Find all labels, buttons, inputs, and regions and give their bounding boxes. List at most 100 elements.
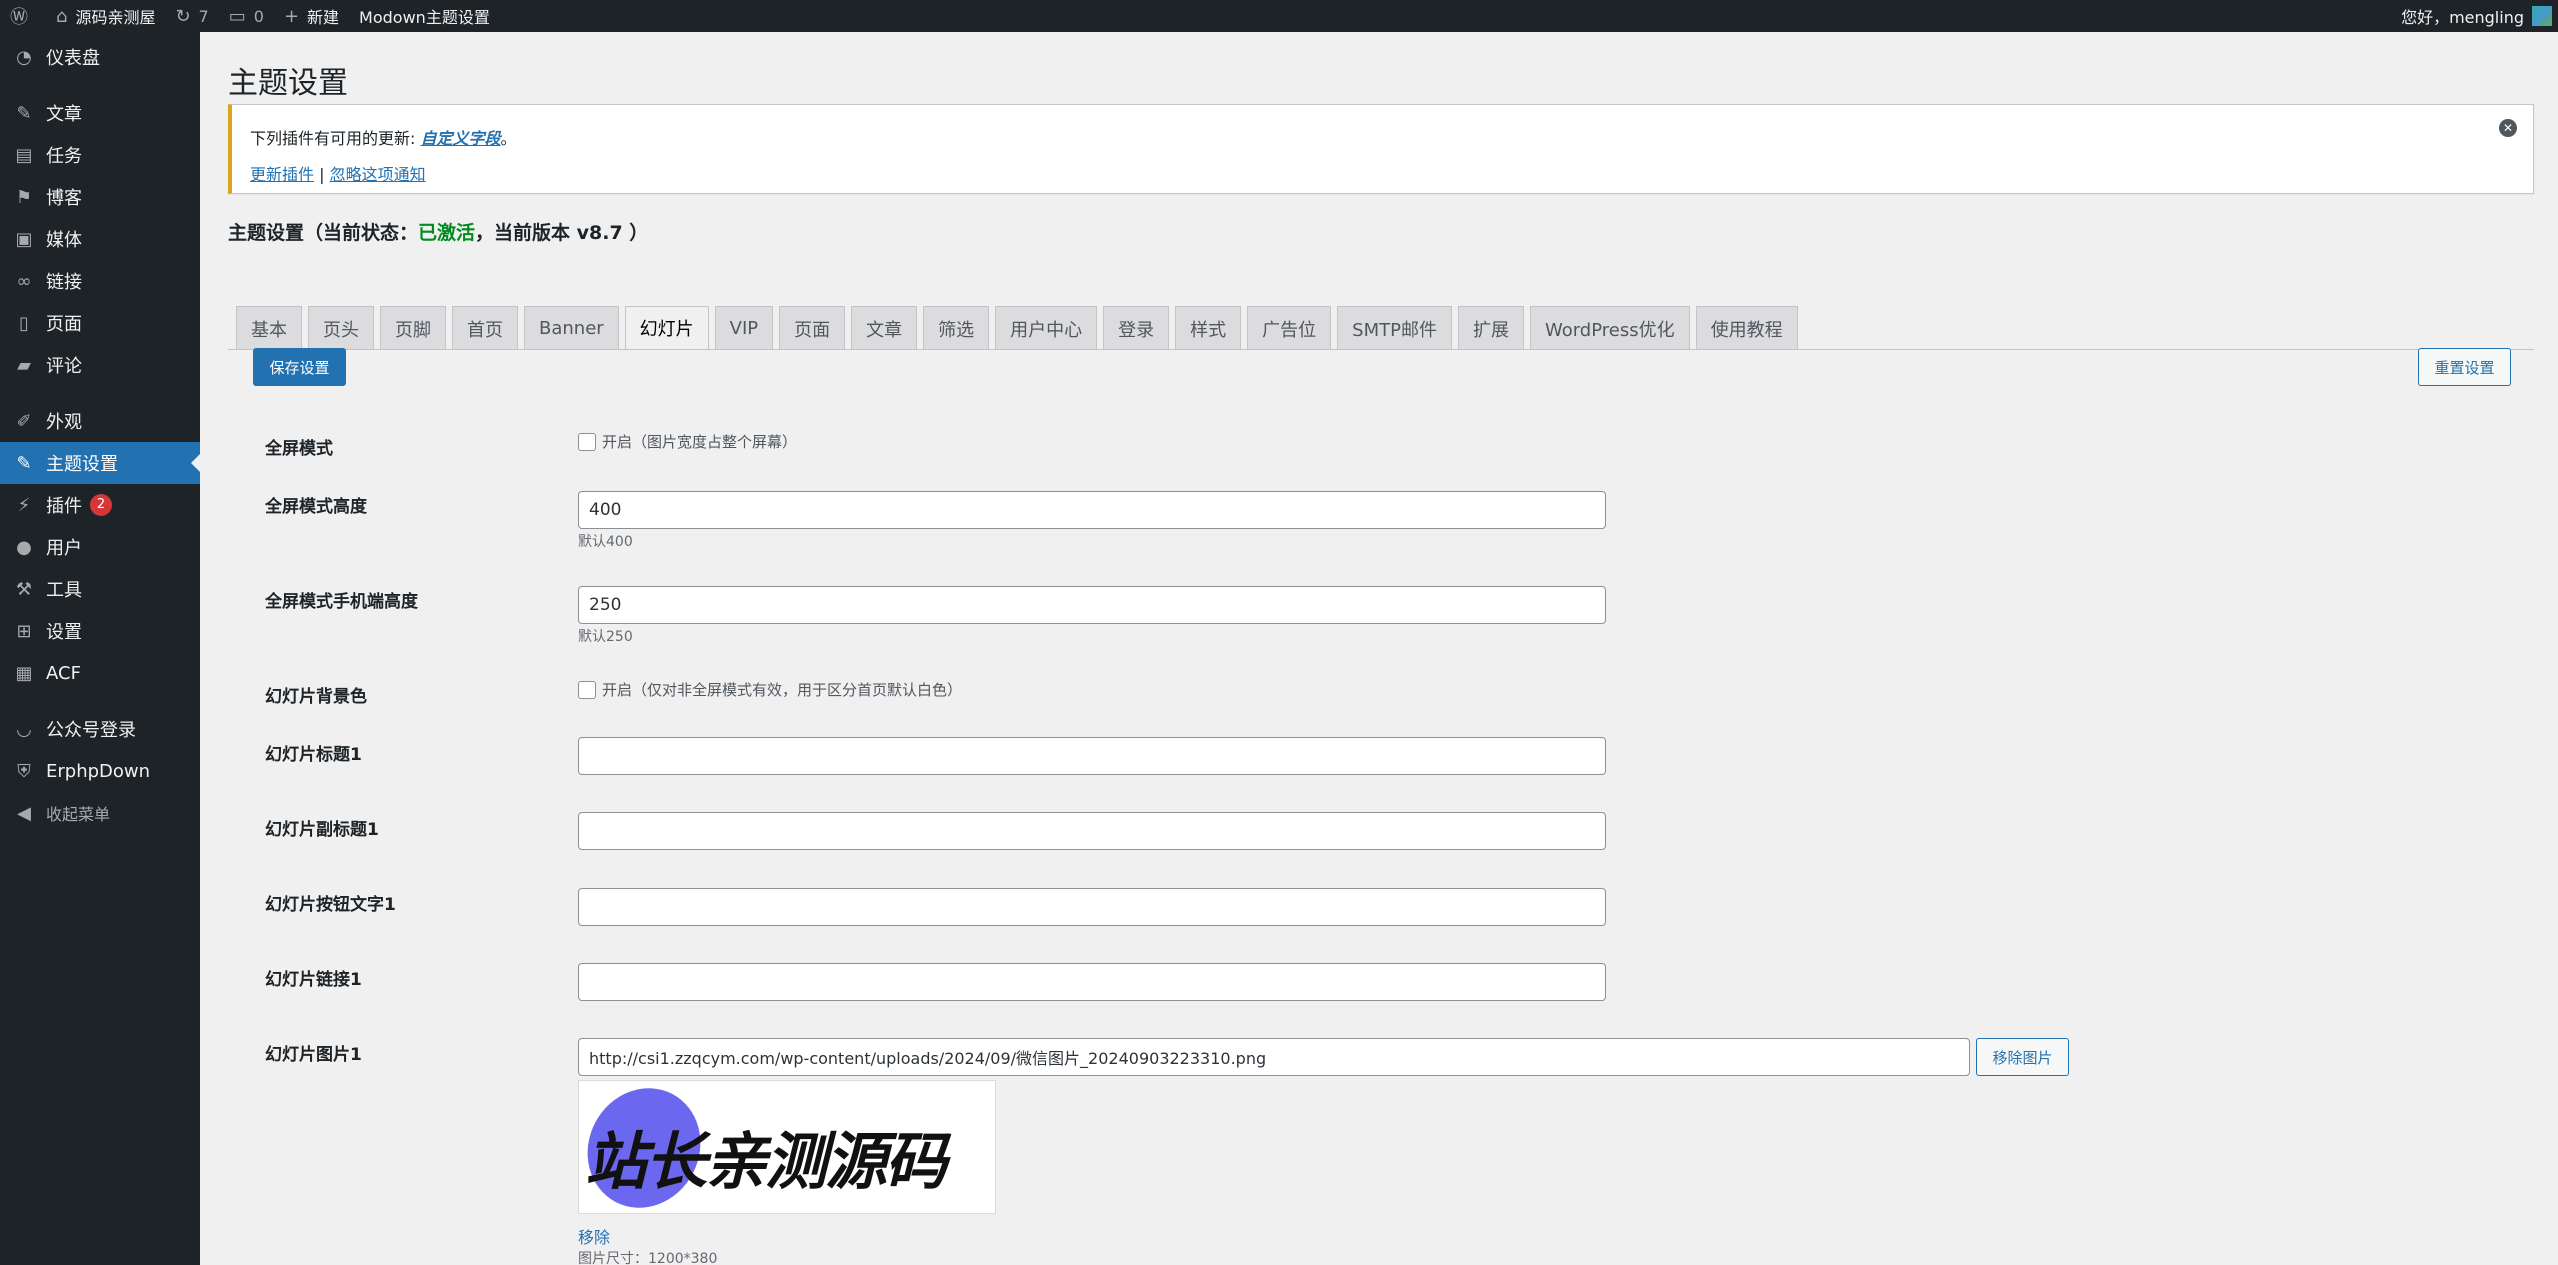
fs-height-input[interactable]: 400 xyxy=(578,491,1606,529)
tab-home[interactable]: 首页 xyxy=(452,306,518,350)
tab-extend[interactable]: 扩展 xyxy=(1457,306,1524,350)
admin-sidebar: ◔ 仪表盘 ✎ 文章 ▤ 任务 ⚑ 博客 ▣ 媒体 ∞ 链接 ▯ 页面 ▰ 评论 ✐ 外观 ✎ 主题… xyxy=(0,32,200,1265)
slider-image1-label: 幻灯片图片1 xyxy=(265,1045,362,1065)
sidebar-item-tasks[interactable]: ▤ 任务 xyxy=(0,134,200,176)
sidebar-item-blog[interactable]: ⚑ 博客 xyxy=(0,176,200,218)
slider-link1-input[interactable] xyxy=(578,963,1606,1001)
sidebar-collapse-menu[interactable]: ◀ 收起菜单 xyxy=(0,792,200,834)
sidebar-item-comments[interactable]: ▰ 评论 xyxy=(0,344,200,386)
account-menu[interactable]: 您好，mengling xyxy=(2401,0,2558,32)
fs-mobile-height-input[interactable]: 250 xyxy=(578,586,1606,624)
plugin-update-notice: 下列插件有可用的更新: 自定义字段。 更新插件 | 忽略这项通知 ✕ xyxy=(228,104,2534,194)
fullscreen-checkbox[interactable] xyxy=(578,432,596,451)
updates-link[interactable]: ↻ 7 xyxy=(165,0,218,32)
site-name-link[interactable]: ⌂ 源码亲测屋 xyxy=(46,0,165,32)
shield-icon: ⛨ xyxy=(17,760,31,782)
new-content-link[interactable]: + 新建 xyxy=(274,0,349,32)
sidebar-item-label: 页面 xyxy=(46,314,82,335)
sidebar-item-plugins[interactable]: ⚡ 插件 2 xyxy=(0,484,200,526)
sidebar-item-wechat-login[interactable]: ◡ 公众号登录 xyxy=(0,708,200,750)
wordpress-logo-button[interactable]: Ⓦ xyxy=(0,0,46,32)
tab-tutorial[interactable]: 使用教程 xyxy=(1695,306,1798,350)
sidebar-item-links[interactable]: ∞ 链接 xyxy=(0,260,200,302)
tab-login[interactable]: 登录 xyxy=(1103,306,1170,350)
tab-footer[interactable]: 页脚 xyxy=(380,306,446,350)
spinner-icon: ◡ xyxy=(16,718,32,740)
tab-banner[interactable]: Banner xyxy=(524,306,619,350)
theme-status: 主题设置（当前状态：已激活，当前版本 v8.7 ） xyxy=(228,218,648,245)
remove-image-link[interactable]: 移除 xyxy=(578,1224,610,1248)
comments-link[interactable]: ▭ 0 xyxy=(219,0,274,32)
close-icon[interactable]: ✕ xyxy=(2499,119,2517,137)
sidebar-item-dashboard[interactable]: ◔ 仪表盘 xyxy=(0,36,200,78)
sidebar-item-label: 设置 xyxy=(46,622,82,643)
tab-vip[interactable]: VIP xyxy=(714,306,774,350)
slider-image1-preview: 站长亲测源码 xyxy=(578,1080,996,1214)
sidebar-item-label: 外观 xyxy=(46,412,82,433)
slider-bg-checkbox[interactable] xyxy=(578,680,596,699)
tasks-icon: ▤ xyxy=(15,144,33,166)
tab-header[interactable]: 页头 xyxy=(308,306,374,350)
slider-title1-input[interactable] xyxy=(578,737,1606,775)
fs-height-label: 全屏模式高度 xyxy=(265,497,367,517)
status-active: 已激活 xyxy=(418,222,476,244)
notice-separator: | xyxy=(314,165,330,184)
fs-mobile-height-desc: 默认250 xyxy=(578,629,633,645)
slider-image1-url-input[interactable]: http://csi1.zzqcym.com/wp-content/upload… xyxy=(578,1038,1970,1076)
plus-icon: + xyxy=(283,5,300,27)
tabs-divider xyxy=(228,349,2534,350)
appearance-icon: ✐ xyxy=(16,410,32,432)
slider-subtitle1-input[interactable] xyxy=(578,812,1606,850)
theme-settings-label: Modown主题设置 xyxy=(359,8,490,27)
sidebar-item-media[interactable]: ▣ 媒体 xyxy=(0,218,200,260)
sidebar-item-label: 任务 xyxy=(46,146,82,167)
sidebar-item-acf[interactable]: ▦ ACF xyxy=(0,652,200,694)
status-suffix: ，当前版本 v8.7 ） xyxy=(475,222,649,244)
sidebar-item-label: 插件 xyxy=(46,496,82,517)
sidebar-item-label: 媒体 xyxy=(46,230,82,251)
sidebar-item-tools[interactable]: ⚒ 工具 xyxy=(0,568,200,610)
tab-style[interactable]: 样式 xyxy=(1175,306,1242,350)
sidebar-item-label: 链接 xyxy=(46,272,82,293)
tab-wordpress-optimize[interactable]: WordPress优化 xyxy=(1529,306,1690,350)
status-prefix: 主题设置（当前状态： xyxy=(228,222,419,244)
tab-user-center[interactable]: 用户中心 xyxy=(995,306,1098,350)
sidebar-item-posts[interactable]: ✎ 文章 xyxy=(0,92,200,134)
reset-settings-button[interactable]: 重置设置 xyxy=(2418,348,2511,386)
dismiss-notice-link[interactable]: 忽略这项通知 xyxy=(330,165,426,184)
tab-slider[interactable]: 幻灯片 xyxy=(624,306,709,350)
wrench-icon: ⚒ xyxy=(15,578,33,600)
notice-text: 下列插件有可用的更新: 自定义字段。 xyxy=(250,125,2515,149)
sidebar-item-label: 收起菜单 xyxy=(46,805,111,824)
slider-btn1-input[interactable] xyxy=(578,888,1606,926)
sidebar-item-label: 用户 xyxy=(46,538,82,559)
sidebar-item-users[interactable]: ● 用户 xyxy=(0,526,200,568)
remove-image-button[interactable]: 移除图片 xyxy=(1976,1038,2069,1076)
update-plugins-link[interactable]: 更新插件 xyxy=(250,165,314,184)
plugin-link[interactable]: 自定义字段 xyxy=(420,129,500,148)
tab-basic[interactable]: 基本 xyxy=(236,306,302,350)
plugin-update-badge: 2 xyxy=(90,494,112,516)
save-settings-button[interactable]: 保存设置 xyxy=(253,348,346,386)
collapse-icon: ◀ xyxy=(17,802,31,824)
sidebar-item-theme-settings[interactable]: ✎ 主题设置 xyxy=(0,442,200,484)
tab-smtp[interactable]: SMTP邮件 xyxy=(1337,306,1452,350)
sidebar-item-settings[interactable]: ⊞ 设置 xyxy=(0,610,200,652)
page-title: 主题设置 xyxy=(228,66,348,101)
tab-page[interactable]: 页面 xyxy=(779,306,846,350)
tab-ads[interactable]: 广告位 xyxy=(1247,306,1332,350)
brush-icon: ✎ xyxy=(16,452,32,474)
tab-filter[interactable]: 筛选 xyxy=(923,306,990,350)
sidebar-item-pages[interactable]: ▯ 页面 xyxy=(0,302,200,344)
slider-bg-option: 开启（仅对非全屏模式有效，用于区分首页默认白色） xyxy=(578,679,962,700)
sidebar-item-appearance[interactable]: ✐ 外观 xyxy=(0,400,200,442)
new-label: 新建 xyxy=(307,8,340,27)
avatar xyxy=(2532,6,2552,26)
wordpress-icon: Ⓦ xyxy=(10,7,28,28)
fs-mobile-height-label: 全屏模式手机端高度 xyxy=(265,592,418,612)
sidebar-item-erphpdown[interactable]: ⛨ ErphpDown xyxy=(0,750,200,792)
sidebar-item-label: 主题设置 xyxy=(46,454,118,475)
tab-article[interactable]: 文章 xyxy=(851,306,918,350)
theme-settings-link[interactable]: Modown主题设置 xyxy=(349,0,500,32)
user-icon: ● xyxy=(16,536,32,558)
